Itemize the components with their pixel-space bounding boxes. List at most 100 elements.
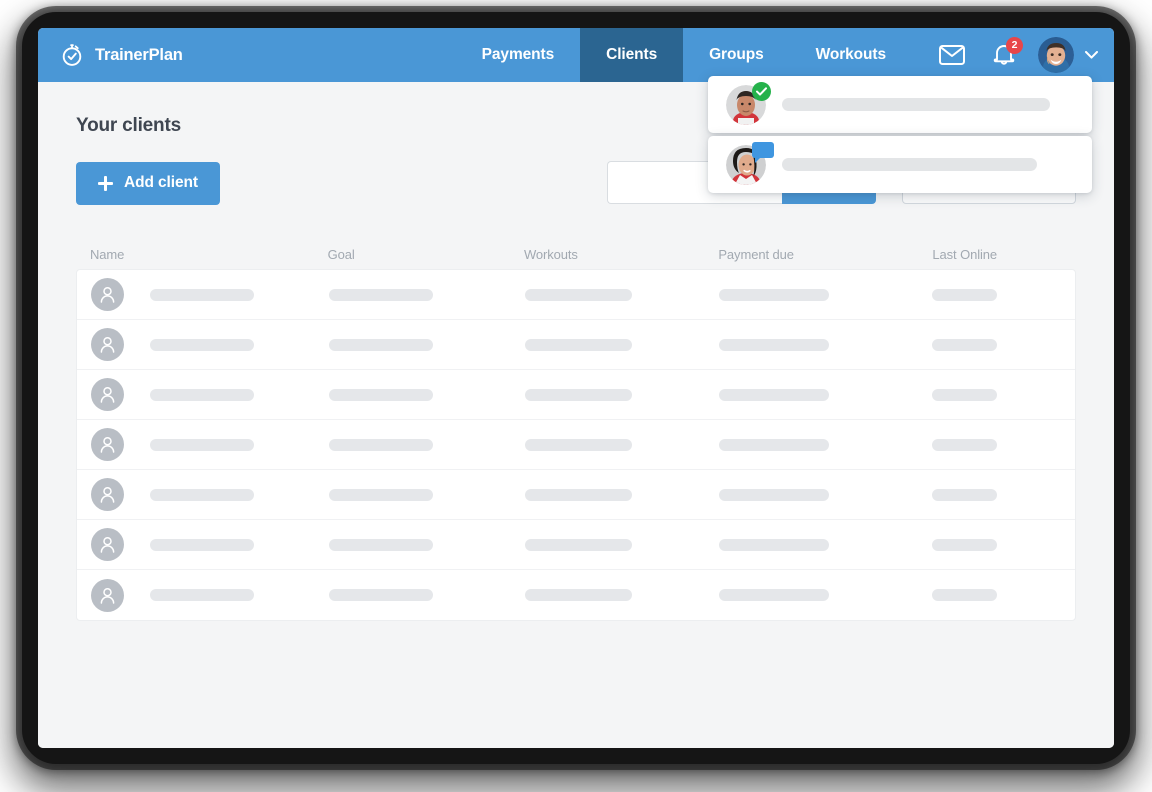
cell-placeholder <box>525 389 632 401</box>
table-cell-workouts <box>525 439 719 451</box>
check-icon <box>756 87 767 96</box>
cell-placeholder <box>150 389 254 401</box>
cell-placeholder <box>932 289 997 301</box>
brand-logo-group[interactable]: TrainerPlan <box>38 28 193 82</box>
person-placeholder-icon <box>91 528 124 561</box>
cell-placeholder <box>719 339 829 351</box>
table-cell-payment_due <box>719 589 932 601</box>
table-cell-name <box>150 589 329 601</box>
table-row[interactable] <box>77 570 1075 620</box>
table-row[interactable] <box>77 470 1075 520</box>
person-placeholder-icon <box>91 428 124 461</box>
nav-item-workouts[interactable]: Workouts <box>790 28 912 82</box>
table-cell-workouts <box>525 489 719 501</box>
screenshot-stage: TrainerPlan Payments Clients Groups Work… <box>0 0 1152 792</box>
cell-placeholder <box>932 539 997 551</box>
cell-placeholder <box>932 439 997 451</box>
messages-button[interactable] <box>926 28 978 82</box>
table-cell-payment_due <box>719 539 932 551</box>
notification-count-badge: 2 <box>1006 37 1023 54</box>
cell-placeholder <box>932 339 997 351</box>
cell-placeholder <box>525 439 632 451</box>
table-header-row: Name Goal Workouts Payment due Last Onli… <box>76 239 1076 269</box>
table-cell-workouts <box>525 339 719 351</box>
column-header-name: Name <box>90 247 328 262</box>
cell-placeholder <box>719 539 829 551</box>
person-placeholder-icon <box>91 328 124 361</box>
add-client-label: Add client <box>124 174 198 192</box>
cell-placeholder <box>150 439 254 451</box>
table-cell-payment_due <box>719 389 932 401</box>
table-cell-payment_due <box>719 339 932 351</box>
cell-placeholder <box>150 339 254 351</box>
notifications-button[interactable]: 2 <box>978 28 1030 82</box>
table-row[interactable] <box>77 370 1075 420</box>
nav-item-clients[interactable]: Clients <box>580 28 683 82</box>
table-cell-workouts <box>525 389 719 401</box>
clients-table: Name Goal Workouts Payment due Last Onli… <box>76 239 1076 621</box>
cell-placeholder <box>719 389 829 401</box>
nav-item-payments[interactable]: Payments <box>456 28 580 82</box>
nav-spacer <box>193 28 456 82</box>
cell-placeholder <box>329 489 433 501</box>
cell-placeholder <box>329 439 433 451</box>
cell-placeholder <box>150 589 254 601</box>
cell-placeholder <box>329 289 433 301</box>
table-row[interactable] <box>77 320 1075 370</box>
table-cell-last_online <box>932 339 1061 351</box>
cell-placeholder <box>719 439 829 451</box>
table-cell-goal <box>329 589 525 601</box>
notification-text-placeholder-1 <box>782 98 1050 111</box>
person-placeholder-icon <box>91 478 124 511</box>
table-cell-payment_due <box>719 489 932 501</box>
cell-placeholder <box>932 389 997 401</box>
cell-placeholder <box>719 489 829 501</box>
cell-placeholder <box>525 489 632 501</box>
cell-placeholder <box>525 289 632 301</box>
notification-text-placeholder-2 <box>782 158 1037 171</box>
cell-placeholder <box>932 489 997 501</box>
user-avatar-photo <box>1038 37 1074 73</box>
column-header-last-online: Last Online <box>932 247 1062 262</box>
table-cell-name <box>150 339 329 351</box>
chat-badge <box>752 142 774 158</box>
cell-placeholder <box>525 339 632 351</box>
notification-item-1[interactable] <box>708 76 1092 133</box>
table-cell-workouts <box>525 289 719 301</box>
table-cell-last_online <box>932 389 1061 401</box>
add-client-button[interactable]: Add client <box>76 162 220 205</box>
table-cell-payment_due <box>719 289 932 301</box>
envelope-icon <box>939 45 965 65</box>
table-cell-last_online <box>932 539 1061 551</box>
notifications-dropdown <box>708 76 1092 196</box>
person-placeholder-icon <box>91 278 124 311</box>
table-cell-goal <box>329 489 525 501</box>
cell-placeholder <box>150 489 254 501</box>
table-row[interactable] <box>77 420 1075 470</box>
cell-placeholder <box>719 289 829 301</box>
table-cell-name <box>150 439 329 451</box>
user-menu[interactable] <box>1030 37 1098 73</box>
cell-placeholder <box>932 589 997 601</box>
person-placeholder-icon <box>91 579 124 612</box>
table-cell-workouts <box>525 539 719 551</box>
notification-avatar-wrap-2 <box>726 145 766 185</box>
primary-nav: Payments Clients Groups Workouts <box>456 28 912 82</box>
table-cell-name <box>150 389 329 401</box>
plus-icon <box>98 176 113 191</box>
table-cell-payment_due <box>719 439 932 451</box>
notification-item-2[interactable] <box>708 136 1092 193</box>
nav-item-groups[interactable]: Groups <box>683 28 790 82</box>
chevron-down-icon <box>1085 51 1098 59</box>
table-row[interactable] <box>77 520 1075 570</box>
column-header-goal: Goal <box>328 247 524 262</box>
table-cell-workouts <box>525 589 719 601</box>
table-cell-name <box>150 539 329 551</box>
cell-placeholder <box>150 289 254 301</box>
table-row[interactable] <box>77 270 1075 320</box>
column-header-workouts: Workouts <box>524 247 718 262</box>
table-cell-goal <box>329 339 525 351</box>
table-cell-goal <box>329 289 525 301</box>
cell-placeholder <box>329 389 433 401</box>
table-body <box>76 269 1076 621</box>
